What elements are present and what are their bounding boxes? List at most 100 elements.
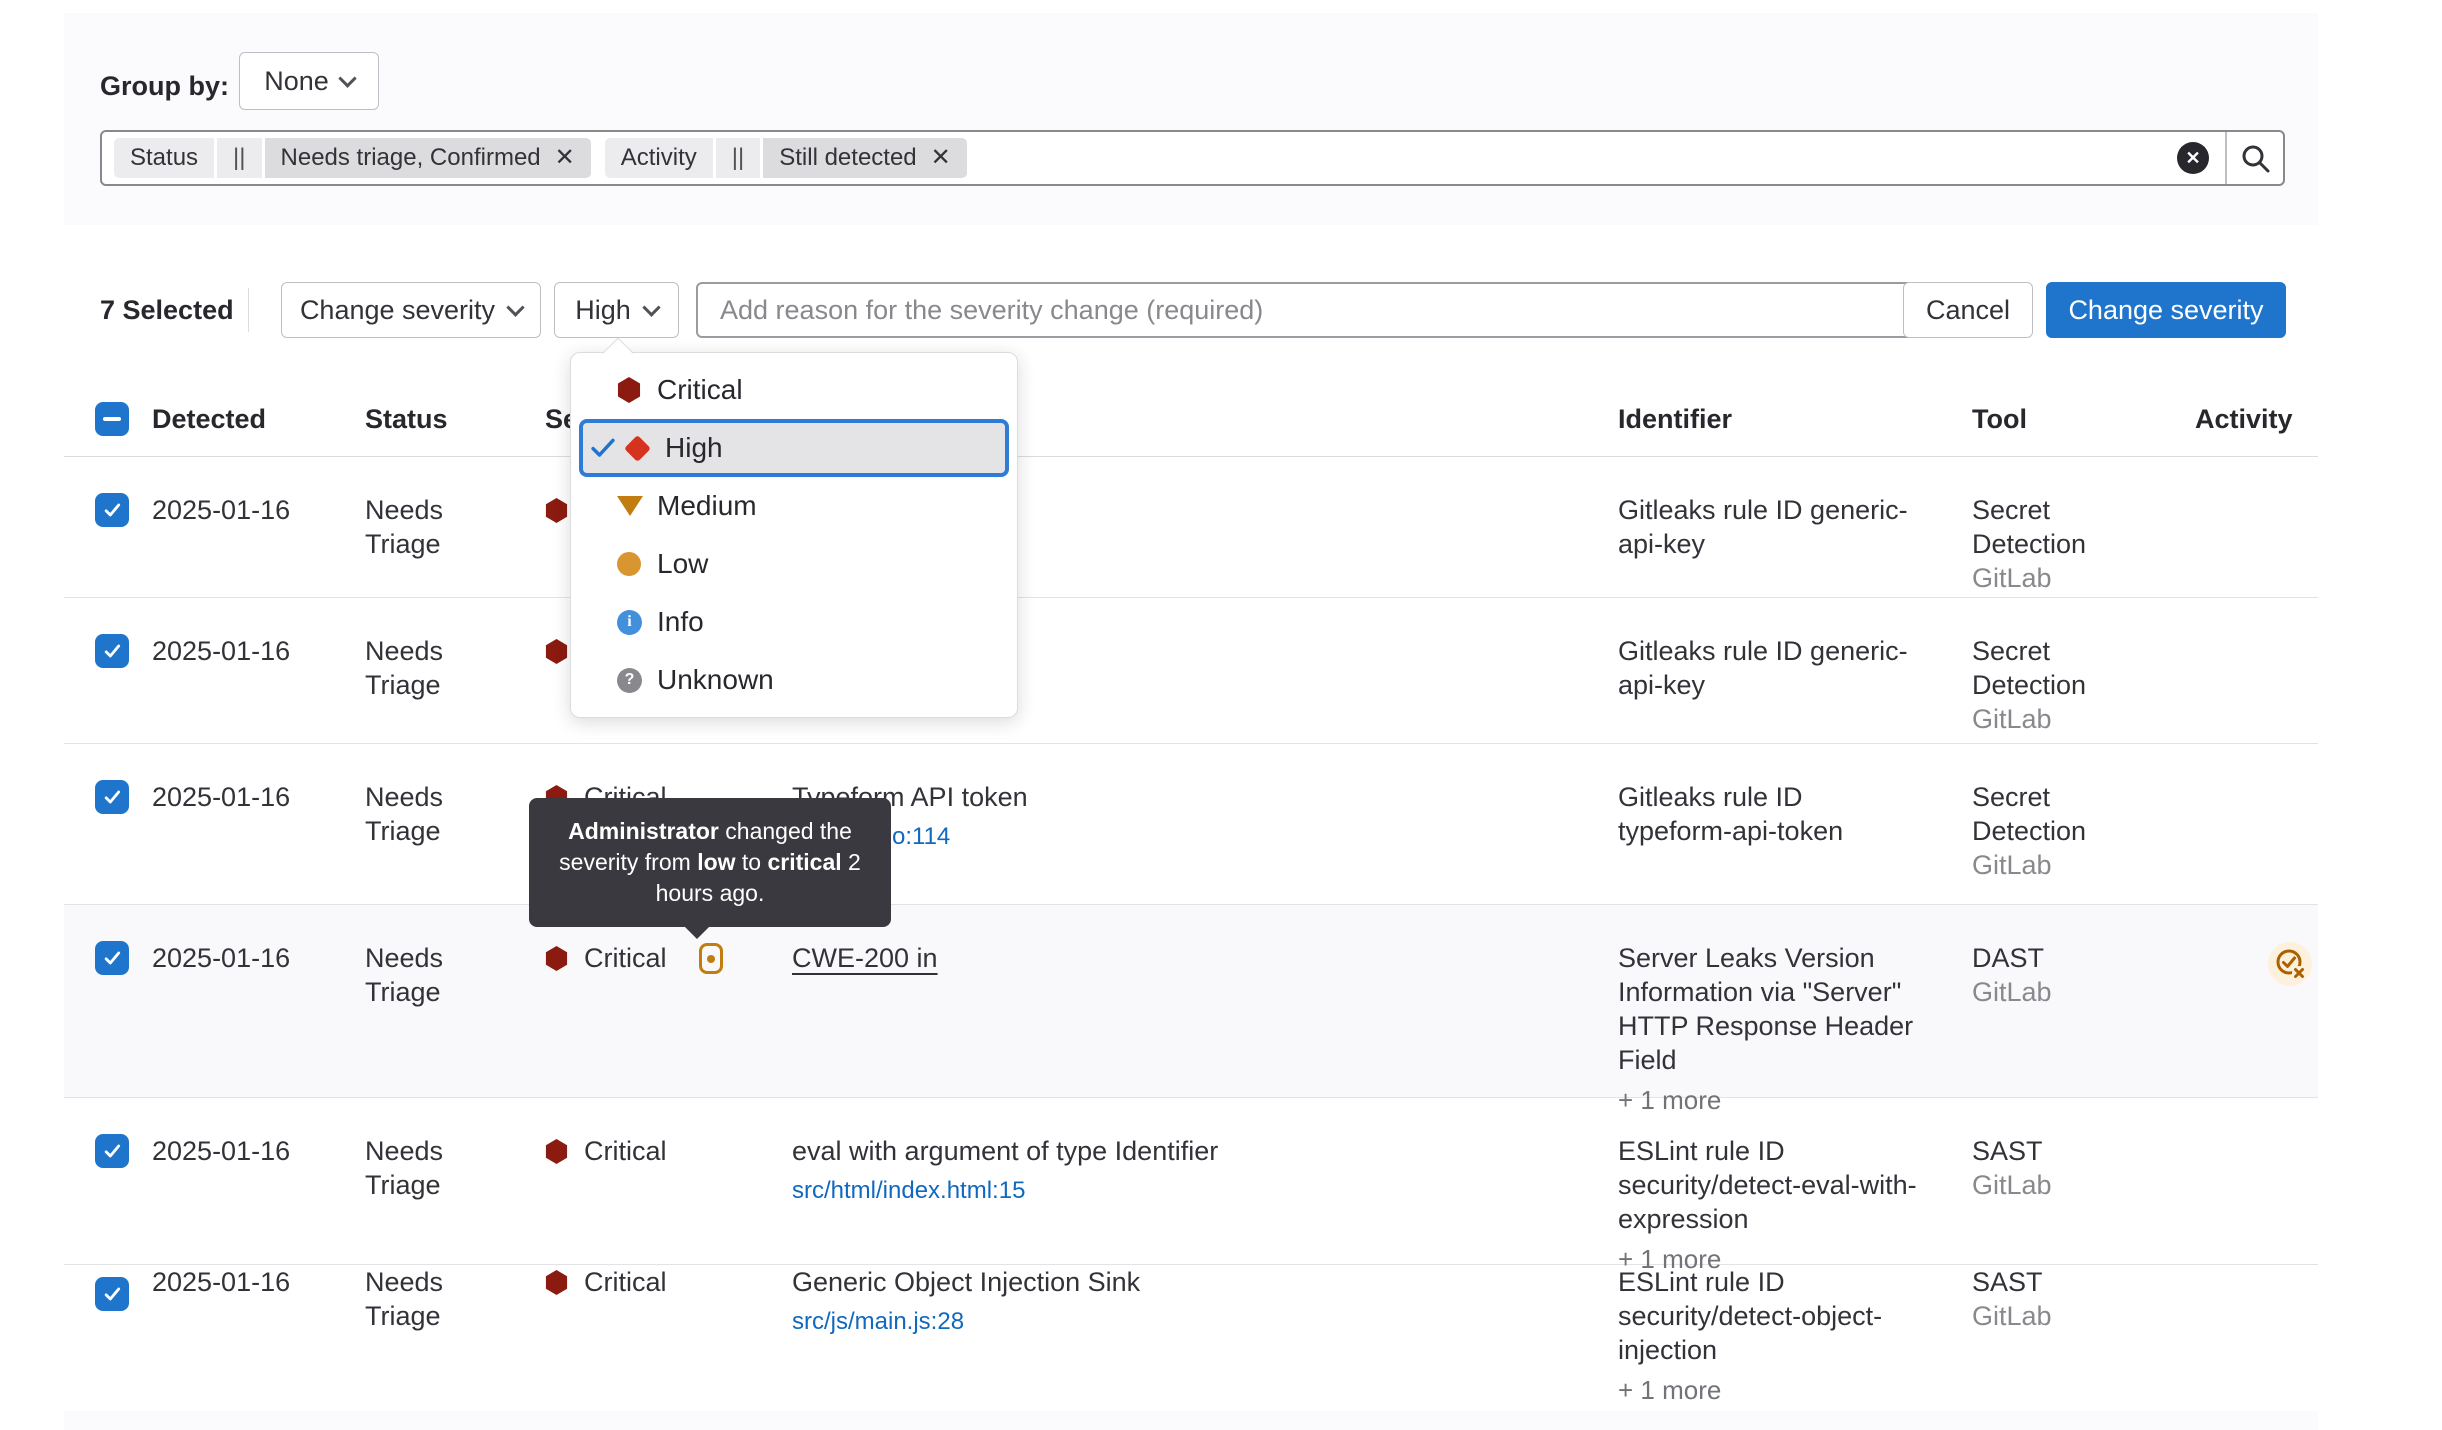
severity-value: Critical: [584, 941, 667, 975]
identifier-value: ESLint rule ID security/detect-object-in…: [1618, 1265, 1923, 1367]
filtered-search-bar[interactable]: Status || Needs triage, Confirmed ✕ Acti…: [100, 130, 2285, 186]
remove-token-icon[interactable]: ✕: [931, 146, 951, 170]
file-location-link[interactable]: src/html/index.html:15: [792, 1176, 1618, 1206]
tool-value: Secret Detection: [1972, 780, 2107, 848]
bulk-action-toolbar: 7 Selected Change severity High Cancel C…: [64, 282, 2318, 338]
filter-token-activity[interactable]: Activity || Still detected ✕: [605, 138, 967, 178]
remove-token-icon[interactable]: ✕: [555, 146, 575, 170]
detected-date: 2025-01-16: [152, 598, 365, 743]
severity-critical-icon: [617, 377, 641, 403]
token-value[interactable]: Still detected ✕: [763, 138, 967, 178]
chevron-down-icon: [338, 69, 356, 87]
search-icon: [2239, 142, 2271, 174]
status-value: Needs Triage: [365, 941, 475, 1009]
chevron-down-icon: [506, 298, 524, 316]
search-button[interactable]: [2225, 132, 2283, 184]
identifier-value: Server Leaks Version Information via "Se…: [1618, 941, 1923, 1077]
header-tool[interactable]: Tool: [1972, 386, 2195, 456]
severity-select-dropdown[interactable]: High: [554, 282, 679, 338]
filter-tokens: Status || Needs triage, Confirmed ✕ Acti…: [102, 138, 2177, 178]
tool-value: DAST: [1972, 941, 2107, 975]
table-row[interactable]: 2025-01-16 Needs Triage Critical Gitleak…: [64, 457, 2318, 598]
severity-option-medium[interactable]: Medium: [571, 477, 1017, 535]
change-severity-submit-button[interactable]: Change severity: [2046, 282, 2286, 338]
table-row[interactable]: 2025-01-16 Needs Triage Critical Typefor…: [64, 744, 2318, 905]
file-location-link[interactable]: src/js/main.js:28: [792, 1307, 1618, 1337]
severity-low-icon: [617, 552, 641, 576]
chevron-down-icon: [642, 298, 660, 316]
group-by-dropdown[interactable]: None: [239, 52, 379, 110]
row-checkbox[interactable]: [95, 1134, 129, 1168]
check-icon: [102, 948, 122, 968]
row-checkbox[interactable]: [95, 493, 129, 527]
table-footer-strip: [64, 1411, 2318, 1430]
vulnerability-title[interactable]: Generic Object Injection Sink: [792, 1267, 1140, 1297]
tool-vendor: GitLab: [1972, 561, 2195, 595]
header-status[interactable]: Status: [365, 386, 545, 456]
header-identifier[interactable]: Identifier: [1618, 386, 1972, 456]
table-row[interactable]: 2025-01-16 Needs Triage Critical Gitleak…: [64, 598, 2318, 744]
table-row[interactable]: 2025-01-16 Needs Triage Critical eval wi…: [64, 1098, 2318, 1265]
group-by-label: Group by:: [100, 71, 229, 102]
table-row[interactable]: 2025-01-16 Needs Triage Critical Generic…: [64, 1265, 2318, 1411]
severity-change-reason-input[interactable]: [696, 282, 1951, 338]
check-icon: [102, 1141, 122, 1161]
severity-critical-icon: [545, 639, 568, 664]
row-checkbox[interactable]: [95, 780, 129, 814]
detected-date: 2025-01-16: [152, 905, 365, 1117]
status-value: Needs Triage: [365, 780, 475, 848]
token-operator[interactable]: ||: [217, 138, 261, 178]
clear-search-icon[interactable]: ✕: [2177, 142, 2209, 174]
severity-option-info[interactable]: i Info: [571, 593, 1017, 651]
severity-option-unknown[interactable]: ? Unknown: [571, 651, 1017, 709]
table-header-row: Detected Status Severity Identifier Tool…: [64, 386, 2318, 457]
severity-unknown-icon: ?: [617, 668, 642, 693]
token-name[interactable]: Activity: [605, 138, 713, 178]
severity-option-low[interactable]: Low: [571, 535, 1017, 593]
token-name[interactable]: Status: [114, 138, 214, 178]
vulnerability-title[interactable]: eval with argument of type Identifier: [792, 1136, 1218, 1166]
vulnerability-report-page: Group by: None Status || Needs triage, C…: [0, 0, 2442, 1430]
description-cell: Generic Object Injection Sink src/js/mai…: [792, 1265, 1618, 1411]
tool-vendor: GitLab: [1972, 1299, 2195, 1333]
row-checkbox[interactable]: [95, 1277, 129, 1311]
status-value: Needs Triage: [365, 493, 475, 561]
check-icon: [102, 787, 122, 807]
check-icon: [589, 434, 617, 462]
change-status-dropdown[interactable]: Change severity: [281, 282, 541, 338]
vulnerability-link[interactable]: CWE-200 in: [792, 943, 938, 973]
token-operator[interactable]: ||: [716, 138, 760, 178]
tool-value: SAST: [1972, 1265, 2107, 1299]
tool-vendor: GitLab: [1972, 702, 2195, 736]
header-activity[interactable]: Activity: [2195, 386, 2318, 456]
severity-value: Critical: [584, 1265, 667, 1299]
row-checkbox[interactable]: [95, 941, 129, 975]
detected-date: 2025-01-16: [152, 1098, 365, 1276]
table-row[interactable]: 2025-01-16 Needs Triage Critical CWE-200…: [64, 905, 2318, 1098]
row-checkbox[interactable]: [95, 634, 129, 668]
identifier-value: Gitleaks rule ID generic-api-key: [1618, 493, 1923, 561]
severity-critical-icon: [545, 1270, 568, 1295]
identifier-value: Gitleaks rule ID typeform-api-token: [1618, 780, 1923, 848]
status-value: Needs Triage: [365, 634, 475, 702]
identifier-more[interactable]: + 1 more: [1618, 1373, 1972, 1407]
identifier-value: Gitleaks rule ID generic-api-key: [1618, 634, 1923, 702]
severity-critical-icon: [545, 946, 568, 971]
severity-high-icon: [624, 435, 651, 462]
select-all-checkbox[interactable]: [95, 402, 129, 436]
detected-date: 2025-01-16: [152, 1265, 365, 1411]
detected-date: 2025-01-16: [152, 457, 365, 597]
file-location-link[interactable]: o:114: [892, 822, 1618, 852]
cancel-button[interactable]: Cancel: [1903, 282, 2033, 338]
severity-option-critical[interactable]: Critical: [571, 361, 1017, 419]
tool-value: SAST: [1972, 1134, 2107, 1168]
filter-section: Group by: None Status || Needs triage, C…: [64, 13, 2318, 225]
tool-value: Secret Detection: [1972, 493, 2107, 561]
token-value[interactable]: Needs triage, Confirmed ✕: [265, 138, 591, 178]
severity-option-high[interactable]: High: [579, 419, 1009, 477]
filter-token-status[interactable]: Status || Needs triage, Confirmed ✕: [114, 138, 591, 178]
check-icon: [102, 500, 122, 520]
header-detected[interactable]: Detected: [152, 386, 365, 456]
severity-override-icon[interactable]: [699, 943, 723, 974]
detection-activity-icon[interactable]: [2267, 941, 2313, 987]
